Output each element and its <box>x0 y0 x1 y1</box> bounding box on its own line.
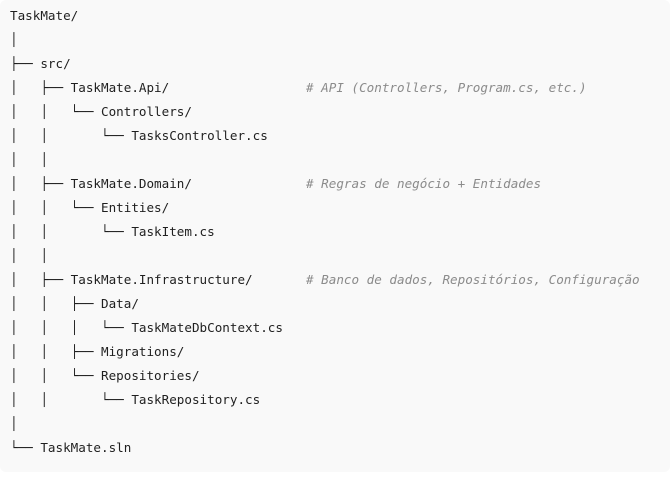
code-line: ├── src/ <box>10 52 283 76</box>
line-text: │ │ ├── Data/ <box>10 296 139 311</box>
line-text: │ ├── TaskMate.Api/ <box>10 80 170 95</box>
line-text: │ │ └── Repositories/ <box>10 368 200 383</box>
code-comment: # Regras de negócio + Entidades <box>306 176 542 191</box>
code-line: │ │ └── Controllers/ <box>10 100 283 124</box>
code-comment: # API (Controllers, Program.cs, etc.) <box>306 80 587 95</box>
code-line: │ │ ├── Data/ <box>10 292 283 316</box>
code-lines: TaskMate/ │ ├── src/ │ ├── TaskMate.Api/… <box>10 4 640 460</box>
line-text: │ │ └── Entities/ <box>10 200 170 215</box>
code-line: │ │ │ └── TaskMateDbContext.cs <box>10 316 283 340</box>
line-text: │ <box>10 32 18 47</box>
code-line: │ │ └── TaskRepository.cs <box>10 388 283 412</box>
line-text: TaskMate/ <box>10 8 79 23</box>
code-line: │ │ └── TaskItem.cs <box>10 220 283 244</box>
code-line: │ ├── TaskMate.Infrastructure/ # Banco de… <box>10 268 640 292</box>
line-text: │ │ └── TaskRepository.cs <box>10 392 261 407</box>
line-text: │ ├── TaskMate.Infrastructure/ <box>10 272 253 287</box>
line-text: │ ├── TaskMate.Domain/ <box>10 176 192 191</box>
code-line: │ ├── TaskMate.Domain/ # Regras de negóci… <box>10 172 541 196</box>
line-text: │ │ │ └── TaskMateDbContext.cs <box>10 320 283 335</box>
code-line: │ <box>10 28 283 52</box>
code-line: └── TaskMate.sln <box>10 436 283 460</box>
line-text: │ │ └── TasksController.cs <box>10 128 268 143</box>
code-line: │ │ └── TasksController.cs <box>10 124 283 148</box>
line-text: │ │ <box>10 248 48 263</box>
line-text: │ │ <box>10 152 48 167</box>
line-text: │ <box>10 416 18 431</box>
code-line: │ <box>10 412 283 436</box>
code-line: │ │ ├── Migrations/ <box>10 340 283 364</box>
line-text: └── TaskMate.sln <box>10 440 132 455</box>
line-text: ├── src/ <box>10 56 71 71</box>
line-text: │ │ └── Controllers/ <box>10 104 192 119</box>
code-comment: # Banco de dados, Repositórios, Configur… <box>306 272 640 287</box>
line-text: │ │ └── TaskItem.cs <box>10 224 215 239</box>
code-line: TaskMate/ <box>10 4 283 28</box>
code-block: TaskMate/ │ ├── src/ │ ├── TaskMate.Api/… <box>0 0 670 472</box>
line-text: │ │ ├── Migrations/ <box>10 344 185 359</box>
code-line: │ │ └── Entities/ <box>10 196 283 220</box>
code-line: │ │ └── Repositories/ <box>10 364 283 388</box>
code-line: │ │ <box>10 148 283 172</box>
code-line: │ │ <box>10 244 283 268</box>
code-line: │ ├── TaskMate.Api/ # API (Controllers, P… <box>10 76 587 100</box>
